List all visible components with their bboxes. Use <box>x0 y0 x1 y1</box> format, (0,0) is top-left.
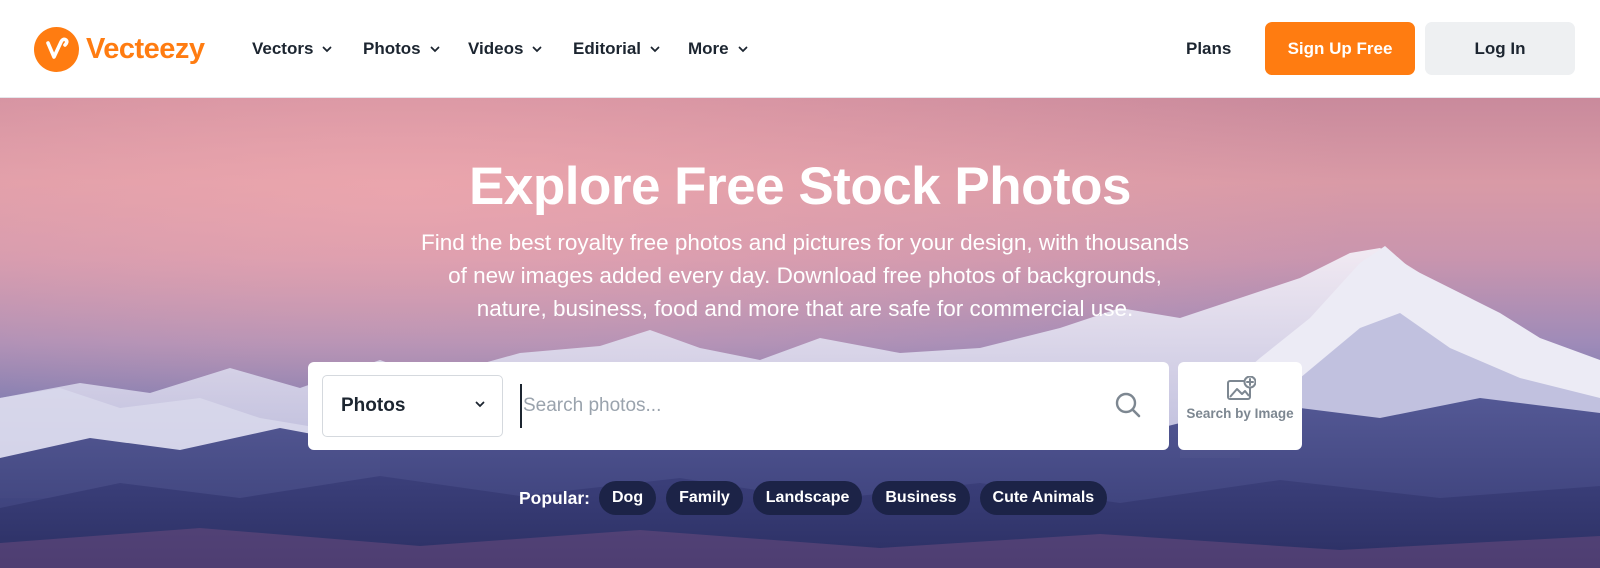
brand-name: Vecteezy <box>86 32 205 65</box>
nav-label: Videos <box>468 39 524 58</box>
hero-section: Explore Free Stock Photos Find the best … <box>0 98 1600 568</box>
chevron-down-icon <box>430 46 440 53</box>
search-by-image-label: Search by Image <box>1186 406 1294 421</box>
nav-label: More <box>688 39 729 58</box>
logo[interactable]: Vecteezy <box>34 26 205 72</box>
popular-label: Popular: <box>519 487 590 508</box>
nav-editorial[interactable]: Editorial <box>573 36 660 62</box>
chevron-down-icon <box>322 46 332 53</box>
nav-label: Photos <box>363 39 421 58</box>
plans-link[interactable]: Plans <box>1186 36 1231 62</box>
search-category-value: Photos <box>341 395 406 416</box>
popular-tag-cute-animals[interactable]: Cute Animals <box>979 481 1108 515</box>
site-header: Vecteezy Vectors Photos Videos Editorial… <box>0 0 1600 98</box>
image-plus-icon <box>1226 376 1256 402</box>
nav-more[interactable]: More <box>688 36 748 62</box>
page-description: Find the best royalty free photos and pi… <box>421 230 1189 321</box>
sign-up-button[interactable]: Sign Up Free <box>1265 22 1415 75</box>
page-title: Explore Free Stock Photos <box>469 157 1131 216</box>
chevron-down-icon <box>532 46 542 53</box>
search-icon[interactable] <box>1114 391 1142 419</box>
search-bar: Photos <box>308 362 1169 450</box>
popular-tag-landscape[interactable]: Landscape <box>752 481 863 515</box>
nav-label: Editorial <box>573 39 642 58</box>
vecteezy-logo-icon <box>34 26 79 72</box>
chevron-down-icon <box>475 401 485 408</box>
nav-vectors[interactable]: Vectors <box>252 36 332 62</box>
popular-tag-family[interactable]: Family <box>666 481 743 515</box>
nav-videos[interactable]: Videos <box>468 36 542 62</box>
nav-photos[interactable]: Photos <box>363 36 440 62</box>
popular-tag-business[interactable]: Business <box>872 481 970 515</box>
chevron-down-icon <box>738 46 748 53</box>
log-in-button[interactable]: Log In <box>1425 22 1575 75</box>
search-by-image-button[interactable]: Search by Image <box>1178 362 1302 450</box>
popular-tag-dog[interactable]: Dog <box>598 481 657 515</box>
popular-searches: Popular: Dog Family Landscape Business C… <box>519 481 1117 515</box>
nav-label: Vectors <box>252 39 314 58</box>
chevron-down-icon <box>650 46 660 53</box>
search-category-select[interactable]: Photos <box>322 375 503 437</box>
search-input[interactable] <box>520 384 1080 428</box>
